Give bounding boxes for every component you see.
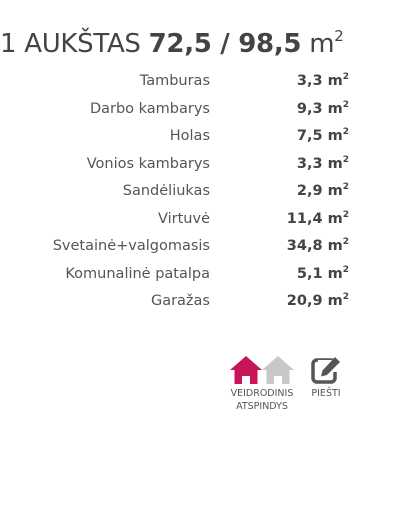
room-area: 5,1 m2 — [296, 264, 349, 282]
room-area: 34,8 m2 — [286, 237, 349, 255]
room-name: Vonios kambarys — [86, 155, 210, 172]
draw-button-label: PIEŠTI — [311, 388, 341, 399]
house-icon — [230, 356, 262, 384]
floor-label: 1 AUKŠTAS — [0, 29, 141, 59]
room-row: Darbo kambarys 9,3 m2 — [0, 96, 360, 124]
room-name: Holas — [169, 128, 210, 144]
edit-icon-wrap — [308, 354, 344, 386]
house-icon-inactive — [262, 356, 294, 384]
room-area: 3,3 m2 — [296, 154, 349, 172]
room-name: Svetainė+valgomasis — [52, 238, 210, 254]
room-name: Komunalinė patalpa — [65, 265, 210, 282]
room-list: Tamburas 3,3 m2 Darbo kambarys 9,3 m2 Ho… — [0, 68, 360, 316]
room-area: 9,3 m2 — [296, 99, 349, 117]
room-row: Holas 7,5 m2 — [0, 123, 360, 151]
room-area: 20,9 m2 — [286, 292, 349, 310]
room-row: Garažas 20,9 m2 — [0, 288, 360, 316]
room-row: Vonios kambarys 3,3 m2 — [0, 151, 360, 179]
mirror-houses-icon — [226, 354, 298, 386]
room-area: 7,5 m2 — [296, 127, 349, 145]
room-name: Garažas — [150, 293, 210, 309]
room-area: 11,4 m2 — [286, 209, 349, 227]
room-name: Darbo kambarys — [89, 100, 210, 117]
floor-area: 72,5 / 98,5 — [148, 29, 302, 59]
floor-area-unit: m2 — [309, 27, 344, 60]
room-row: Komunalinė patalpa 5,1 m2 — [0, 261, 360, 289]
draw-button[interactable]: PIEŠTI — [308, 354, 344, 400]
room-row: Svetainė+valgomasis 34,8 m2 — [0, 233, 360, 261]
room-name: Tamburas — [139, 73, 210, 89]
room-name: Sandėliukas — [122, 183, 210, 199]
room-row: Tamburas 3,3 m2 — [0, 68, 360, 96]
room-area: 2,9 m2 — [296, 182, 349, 200]
mirror-button-label: VEIDRODINIS ATSPINDYS — [230, 388, 294, 412]
room-name: Virtuvė — [158, 210, 210, 227]
room-row: Virtuvė 11,4 m2 — [0, 206, 360, 234]
mirror-button[interactable]: VEIDRODINIS ATSPINDYS — [226, 354, 298, 413]
floor-header: 1 AUKŠTAS 72,5 / 98,5 m2 — [0, 26, 344, 62]
edit-pencil-icon — [311, 357, 342, 384]
room-row: Sandėliukas 2,9 m2 — [0, 178, 360, 206]
room-area: 3,3 m2 — [296, 72, 349, 90]
